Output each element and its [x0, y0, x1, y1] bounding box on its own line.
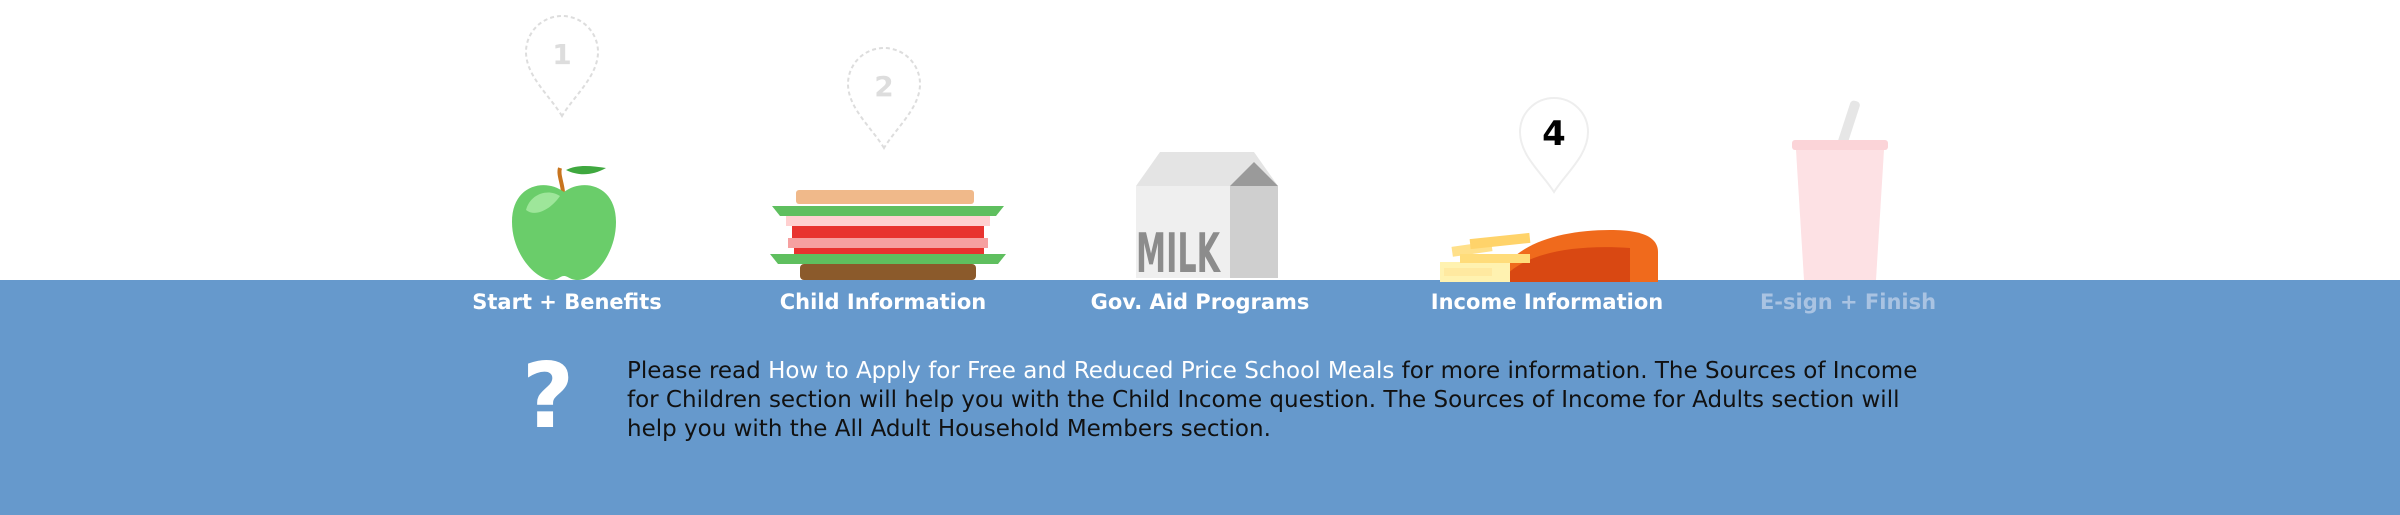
step-5-label: E-sign + Finish [1759, 290, 1937, 314]
step-2-marker: 2 [844, 46, 924, 152]
step-1-number: 1 [552, 38, 572, 71]
question-mark-icon: ? [521, 344, 575, 449]
drink-cup-icon [1790, 100, 1890, 282]
step-2-number: 2 [874, 70, 894, 103]
step-1-label[interactable]: Start + Benefits [472, 290, 662, 314]
step-2-label[interactable]: Child Information [780, 290, 986, 314]
taco-fries-icon [1440, 226, 1660, 282]
step-4-number: 4 [1542, 114, 1566, 154]
step-3-label[interactable]: Gov. Aid Programs [1091, 290, 1310, 314]
help-text-prefix: Please read [627, 358, 769, 384]
help-text: Please read How to Apply for Free and Re… [627, 357, 1947, 444]
milk-carton-icon: MILK [1132, 150, 1282, 285]
how-to-apply-link[interactable]: How to Apply for Free and Reduced Price … [768, 358, 1394, 384]
step-4-marker-current: 4 [1516, 96, 1592, 196]
sandwich-icon [766, 188, 1010, 282]
apple-icon [500, 162, 630, 282]
milk-label: MILK [1136, 222, 1221, 280]
step-4-label: Income Information [1430, 290, 1664, 314]
step-1-marker: 1 [522, 14, 602, 120]
